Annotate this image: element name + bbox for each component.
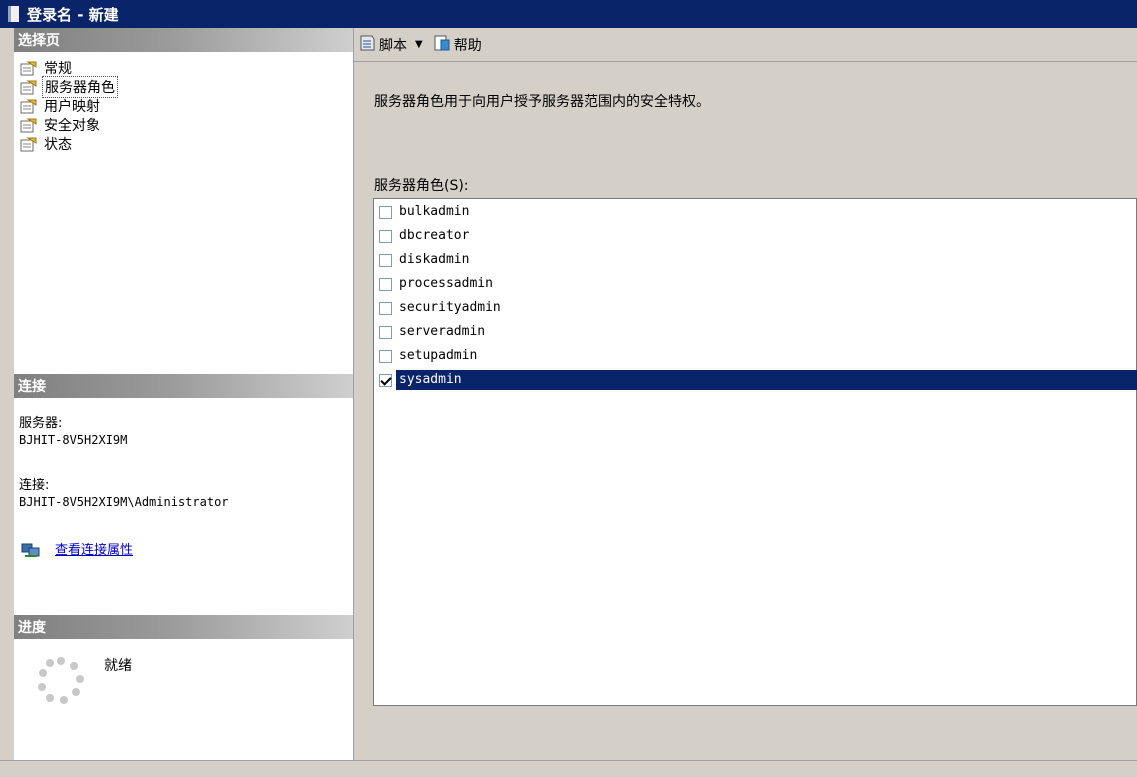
connection-properties-icon [21,542,43,560]
role-checkbox[interactable] [379,349,392,363]
sidebar-item-securables[interactable]: 安全对象 [20,115,118,134]
sidebar-item-server-roles[interactable]: 服务器角色 [20,75,118,98]
sidebar-panel: 选择页 常规 服务器角色 用户映射 安全对象 状态 连接 服务器: BJHIT-… [14,28,354,760]
server-roles-label: 服务器角色(S): [374,178,469,194]
script-icon [358,34,376,56]
page-description: 服务器角色用于向用户授予服务器范围内的安全特权。 [374,94,710,110]
toolbar: 脚本 ▼ 帮助 [354,28,1137,62]
role-row-sysadmin[interactable]: sysadmin [374,369,1137,391]
chevron-down-icon[interactable]: ▼ [415,39,423,50]
sidebar-item-status[interactable]: 状态 [20,134,118,153]
sidebar-item-user-mapping[interactable]: 用户映射 [20,96,118,115]
role-checkbox[interactable] [379,253,392,267]
progress-spinner-icon [36,656,86,710]
role-checkbox[interactable] [379,325,392,339]
help-icon [433,34,451,56]
help-label: 帮助 [453,37,482,54]
server-value: BJHIT-8V5H2XI9M [19,433,128,447]
view-connection-properties[interactable]: 查看连接属性 [19,542,133,560]
connection-header: 连接 [14,374,353,398]
page-properties-icon [20,98,38,114]
role-name: securityadmin [399,300,501,315]
sidebar-item-general[interactable]: 常规 [20,58,118,77]
page-properties-icon [20,60,38,76]
role-name: serveradmin [399,324,486,339]
role-checkbox[interactable] [379,301,392,315]
server-label: 服务器: [19,416,63,431]
server-roles-list[interactable]: bulkadmin dbcreator diskadmin processadm… [373,198,1137,706]
role-name: sysadmin [396,370,1137,390]
window-icon [8,6,19,22]
dialog-footer [0,760,1137,777]
role-checkbox[interactable] [379,277,392,291]
sidebar-item-label: 服务器角色 [42,75,118,98]
role-name: diskadmin [399,252,470,267]
progress-header: 进度 [14,615,353,639]
role-name: bulkadmin [399,204,470,219]
sidebar-item-label: 常规 [44,60,72,77]
page-properties-icon [20,136,38,152]
window-title: 登录名 - 新建 [27,5,119,24]
help-button[interactable]: 帮助 [433,34,482,56]
role-row-setupadmin[interactable]: setupadmin [374,345,1137,367]
role-name: processadmin [399,276,493,291]
left-edge [0,28,14,760]
window-titlebar: 登录名 - 新建 [0,0,1137,28]
sidebar-item-label: 安全对象 [44,117,100,134]
role-name: dbcreator [399,228,470,243]
sidebar-item-label: 状态 [44,136,72,153]
role-checkbox[interactable] [379,229,392,243]
page-properties-icon [20,117,38,133]
select-page-header: 选择页 [14,28,353,52]
sidebar-item-label: 用户映射 [44,98,100,115]
role-row-diskadmin[interactable]: diskadmin [374,249,1137,271]
role-row-dbcreator[interactable]: dbcreator [374,225,1137,247]
main-panel: 脚本 ▼ 帮助 服务器角色用于向用户授予服务器范围内的安全特权。 服务器角色(S… [354,28,1137,760]
script-button[interactable]: 脚本 ▼ [358,34,423,56]
role-checkbox[interactable] [379,205,392,219]
progress-status: 就绪 [104,658,132,674]
role-name: setupadmin [399,348,478,363]
page-nav: 常规 服务器角色 用户映射 安全对象 状态 [20,58,118,153]
view-connection-properties-link[interactable]: 查看连接属性 [55,543,133,559]
connection-label: 连接: [19,478,50,493]
role-row-processadmin[interactable]: processadmin [374,273,1137,295]
role-checkbox[interactable] [379,373,392,387]
role-row-securityadmin[interactable]: securityadmin [374,297,1137,319]
script-label: 脚本 [379,37,407,54]
role-row-serveradmin[interactable]: serveradmin [374,321,1137,343]
page-properties-icon [20,79,38,95]
connection-value: BJHIT-8V5H2XI9M\Administrator [19,495,229,509]
role-row-bulkadmin[interactable]: bulkadmin [374,201,1137,223]
